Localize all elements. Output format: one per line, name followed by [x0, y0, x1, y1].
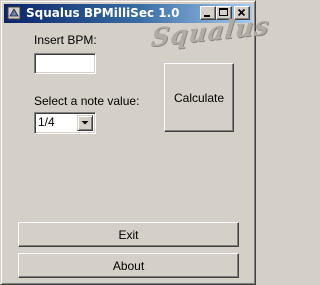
chevron-down-icon: [81, 121, 89, 125]
app-window: Squalus BPMilliSec 1.0 Squalus Insert BP…: [0, 0, 271, 285]
window-title: Squalus BPMilliSec 1.0: [26, 6, 180, 20]
note-value-selected: 1/4: [38, 115, 55, 129]
note-value-select[interactable]: 1/4: [34, 112, 96, 134]
note-value-label: Select a note value:: [34, 94, 140, 108]
bpm-input[interactable]: [34, 53, 96, 74]
about-button[interactable]: About: [18, 253, 239, 278]
dropdown-button[interactable]: [77, 115, 93, 131]
bpm-label: Insert BPM:: [34, 33, 97, 47]
app-icon[interactable]: [7, 6, 21, 20]
exit-button[interactable]: Exit: [18, 222, 239, 247]
calculate-button[interactable]: Calculate: [164, 63, 234, 132]
